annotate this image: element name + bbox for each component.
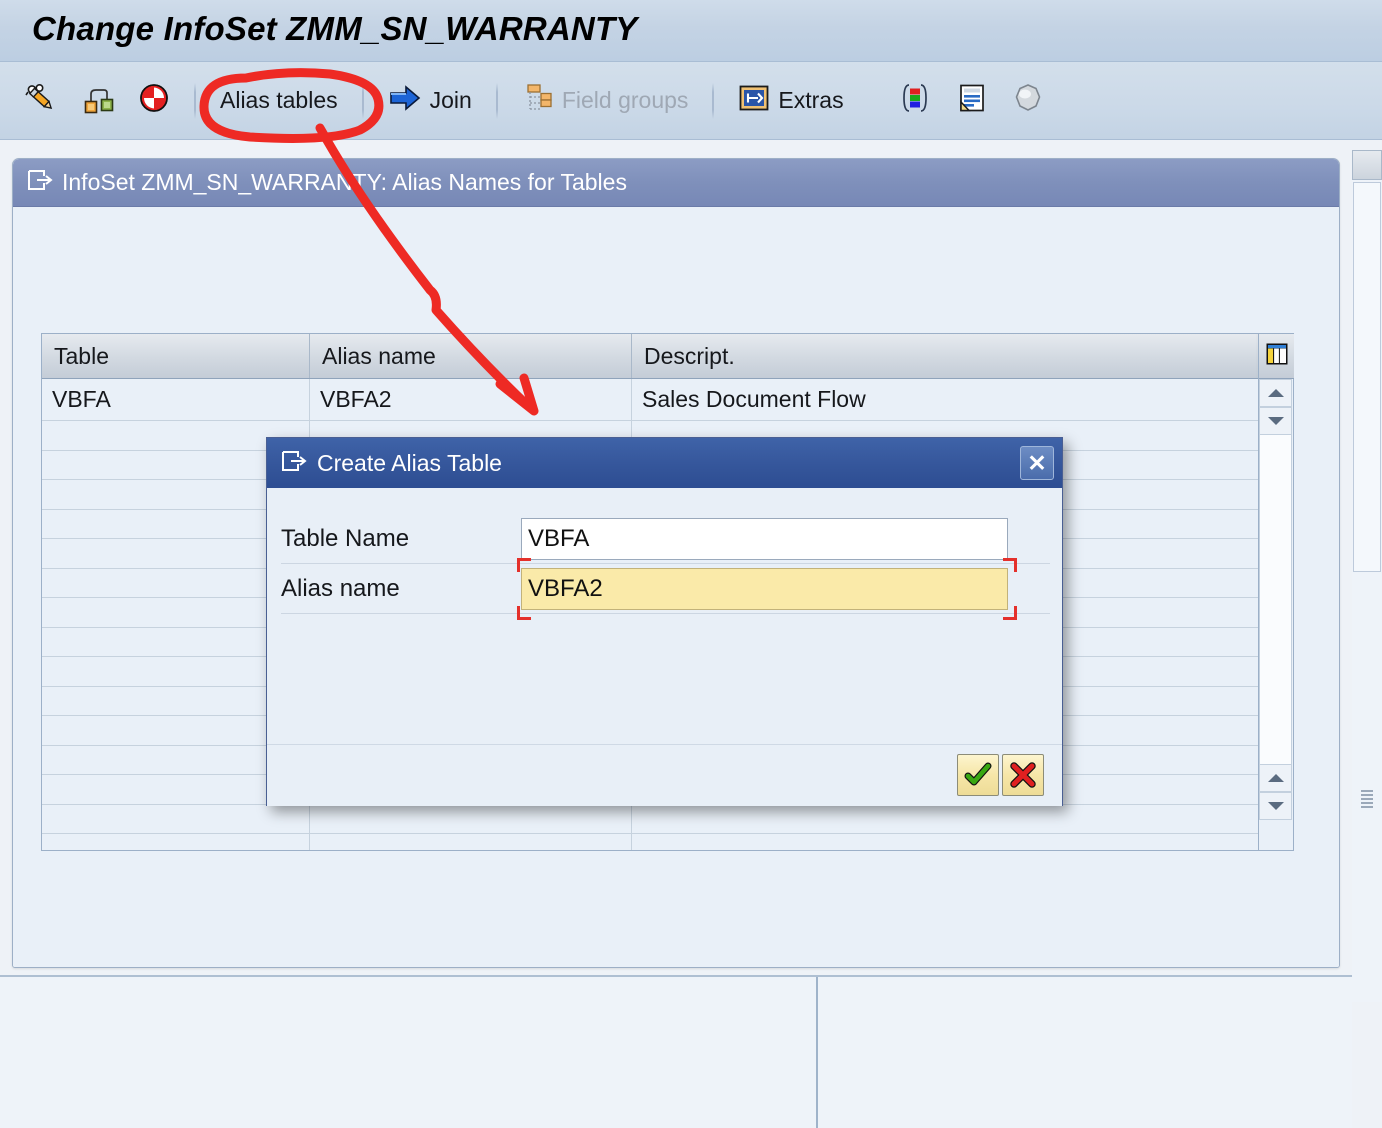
notes-icon <box>956 82 988 119</box>
table-scroll-down-bottom[interactable] <box>1259 792 1292 820</box>
extras-label: Extras <box>778 87 844 113</box>
table-scroll-up-top[interactable] <box>1259 379 1292 407</box>
table-name-input[interactable] <box>521 517 1008 560</box>
panel-header: InfoSet ZMM_SN_WARRANTY: Alias Names for… <box>13 159 1339 207</box>
table-cell-descript[interactable] <box>632 805 1256 834</box>
table-cell-alias[interactable]: VBFA2 <box>310 379 632 420</box>
table-row[interactable]: VBFA VBFA2 Sales Document Flow <box>42 379 1258 421</box>
toolbar-separator <box>361 82 364 119</box>
globe-red-icon <box>138 82 170 119</box>
object-structure-button[interactable] <box>72 77 124 125</box>
table-cell-descript[interactable]: Sales Document Flow <box>632 379 1256 420</box>
dialog-confirm-button[interactable] <box>957 754 999 796</box>
application-toolbar: Alias tables Join Field groups Extras <box>0 62 1382 140</box>
close-icon[interactable]: ✕ <box>1020 446 1054 480</box>
alias-tables-label: Alias tables <box>220 87 338 113</box>
column-header-alias-name[interactable]: Alias name <box>310 334 632 378</box>
table-scroll-up-bottom[interactable] <box>1259 764 1292 792</box>
table-cell-descript[interactable] <box>632 834 1256 850</box>
table-name-row: Table Name <box>281 514 1050 564</box>
table-settings-button[interactable] <box>1259 334 1294 379</box>
notes-button[interactable] <box>946 77 998 125</box>
field-groups-label: Field groups <box>561 87 689 113</box>
color-legend-button[interactable] <box>888 77 942 125</box>
bottom-pane-left <box>0 977 818 1128</box>
panel-header-title: InfoSet ZMM_SN_WARRANTY: Alias Names for… <box>62 169 627 195</box>
table-cell-alias[interactable] <box>310 804 632 833</box>
join-label: Join <box>429 87 472 113</box>
window-vertical-scrollbar[interactable] <box>1352 150 1382 1002</box>
global-properties-button[interactable] <box>128 77 180 125</box>
alias-name-input[interactable] <box>521 567 1008 610</box>
table-settings-icon <box>1265 342 1289 371</box>
table-name-label: Table Name <box>281 524 410 552</box>
create-alias-table-dialog: Create Alias Table ✕ Table Name Alias na… <box>266 437 1063 806</box>
sphere-gray-icon <box>1012 82 1044 119</box>
column-header-table[interactable]: Table <box>42 334 310 378</box>
table-scroll-down-top[interactable] <box>1259 407 1292 435</box>
table-cell-alias[interactable] <box>310 834 632 850</box>
dialog-title-bar[interactable]: Create Alias Table ✕ <box>267 438 1062 488</box>
sphere-button[interactable] <box>1002 77 1054 125</box>
field-groups-button[interactable]: Field groups <box>512 77 699 125</box>
page-title: Change InfoSet ZMM_SN_WARRANTY <box>32 10 638 47</box>
join-arrow-icon <box>388 83 422 118</box>
window-scroll-grip-icon <box>1361 790 1373 812</box>
window-open-icon <box>281 449 307 478</box>
window-scroll-thumb[interactable] <box>1353 182 1381 572</box>
table-cell-table[interactable] <box>42 834 310 850</box>
alias-tables-button[interactable]: Alias tables <box>210 77 348 125</box>
dialog-action-buttons <box>957 754 1044 796</box>
table-scroll-track[interactable] <box>1259 435 1292 764</box>
dialog-body: Table Name Alias name <box>267 488 1062 806</box>
dialog-title: Create Alias Table <box>317 449 502 476</box>
bottom-pane-right <box>818 977 1352 1128</box>
column-header-descript[interactable]: Descript. <box>632 334 1256 378</box>
bottom-split-panes <box>0 975 1352 1128</box>
window-title-bar: Change InfoSet ZMM_SN_WARRANTY <box>0 0 1382 62</box>
table-row[interactable] <box>42 804 1258 834</box>
table-cell-table[interactable] <box>42 804 310 833</box>
table-row[interactable] <box>42 834 1258 850</box>
field-groups-icon <box>522 82 554 119</box>
alias-name-label: Alias name <box>281 574 400 602</box>
dialog-cancel-button[interactable] <box>1002 754 1044 796</box>
toolbar-separator <box>194 82 196 119</box>
cancel-red-x-icon <box>1009 761 1037 789</box>
alias-name-row: Alias name <box>281 564 1050 614</box>
extras-icon <box>738 82 770 119</box>
table-header-row: Table Alias name Descript. <box>42 334 1258 379</box>
dialog-footer <box>267 744 1062 806</box>
object-structure-icon <box>82 82 114 119</box>
display-change-button[interactable] <box>14 77 68 125</box>
table-cell-table[interactable]: VBFA <box>42 379 310 420</box>
window-open-icon <box>27 168 53 197</box>
extras-button[interactable]: Extras <box>728 77 853 125</box>
display-change-pencil-icon <box>24 81 58 120</box>
app-window: Change InfoSet ZMM_SN_WARRANTY Alias tab… <box>0 0 1382 1128</box>
join-button[interactable]: Join <box>378 77 482 125</box>
color-legend-icon <box>898 82 932 119</box>
check-green-icon <box>964 761 992 789</box>
window-scroll-up-button[interactable] <box>1352 150 1382 180</box>
toolbar-separator <box>712 82 715 119</box>
toolbar-separator <box>495 82 498 119</box>
table-vertical-scrollbar[interactable] <box>1258 334 1294 850</box>
